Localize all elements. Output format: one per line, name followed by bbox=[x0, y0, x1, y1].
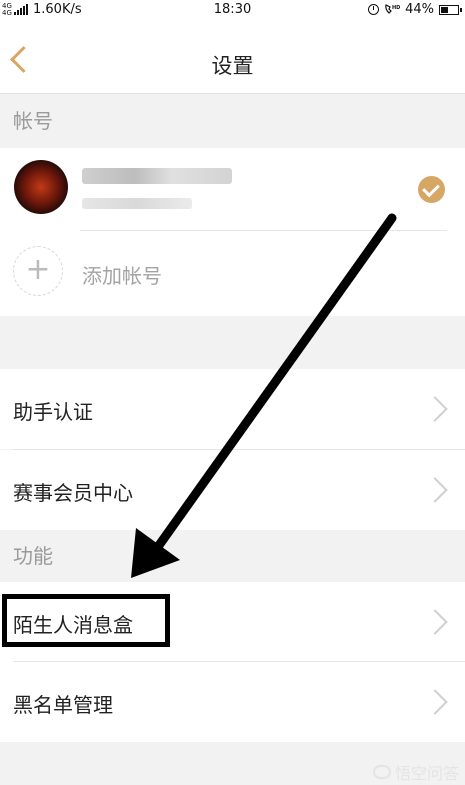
avatar[interactable] bbox=[14, 160, 68, 214]
row-label: 黑名单管理 bbox=[13, 693, 113, 717]
status-bar: 4G 4G 1.60K/s 18:30 HD 44% bbox=[0, 0, 465, 20]
battery-percent: 44% bbox=[405, 2, 434, 17]
navbar: 设置 bbox=[0, 20, 465, 94]
check-icon bbox=[418, 176, 445, 203]
watermark-text: 悟空问答 bbox=[394, 764, 459, 783]
alarm-icon bbox=[368, 4, 380, 15]
add-account-label: 添加帐号 bbox=[82, 264, 162, 288]
settings-screen: 4G 4G 1.60K/s 18:30 HD 44% 设置 帐号 + 添加帐号 … bbox=[0, 0, 465, 785]
account-card: + 添加帐号 bbox=[0, 148, 465, 316]
battery-icon bbox=[439, 4, 462, 15]
chat-bubble-icon bbox=[372, 765, 391, 779]
section-header-functions: 功能 bbox=[0, 530, 465, 582]
svg-text:HD: HD bbox=[392, 5, 400, 11]
account-id-blurred bbox=[82, 198, 192, 209]
row-label: 陌生人消息盒 bbox=[13, 613, 133, 637]
chevron-right-icon bbox=[422, 477, 448, 503]
chevron-right-icon bbox=[422, 396, 448, 422]
row-label: 赛事会员中心 bbox=[13, 481, 133, 505]
status-right: HD 44% bbox=[368, 2, 462, 17]
watermark: 悟空问答 bbox=[372, 760, 459, 784]
chevron-right-icon bbox=[422, 609, 448, 635]
row-blacklist-management[interactable]: 黑名单管理 bbox=[0, 662, 465, 742]
row-event-member-center[interactable]: 赛事会员中心 bbox=[0, 450, 465, 530]
chevron-right-icon bbox=[422, 689, 448, 715]
add-account-button[interactable]: + 添加帐号 bbox=[0, 231, 465, 316]
page-title: 设置 bbox=[211, 54, 254, 78]
row-stranger-message-box[interactable]: 陌生人消息盒 bbox=[0, 582, 465, 662]
section-header-account: 帐号 bbox=[0, 94, 465, 148]
row-assistant-verify[interactable]: 助手认证 bbox=[0, 369, 465, 449]
plus-icon: + bbox=[13, 246, 63, 296]
hd-call-icon: HD bbox=[384, 3, 400, 17]
row-label: 助手认证 bbox=[13, 400, 93, 424]
account-name-blurred bbox=[82, 168, 232, 184]
